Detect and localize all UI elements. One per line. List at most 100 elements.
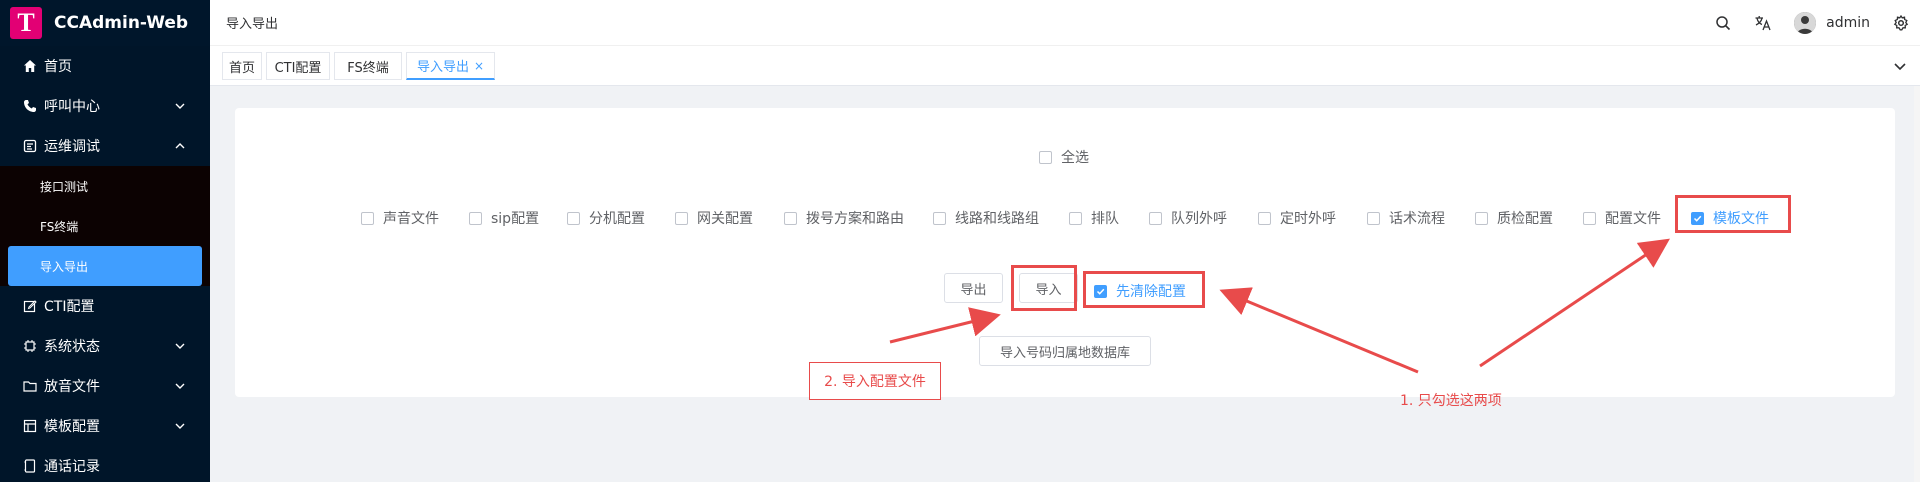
checkbox-label: 分机配置 [589, 211, 645, 227]
chevron-up-icon [175, 143, 185, 149]
tab-home[interactable]: 首页 [222, 52, 262, 80]
folder-icon [22, 378, 38, 394]
annotation-highlight-template-files [1675, 195, 1791, 233]
import-area-db-button[interactable]: 导入号码归属地数据库 [979, 336, 1151, 366]
checkbox-label: 队列外呼 [1171, 211, 1227, 227]
option-scheduled-outbound[interactable]: 定时外呼 [1258, 208, 1336, 228]
edit-icon [22, 298, 38, 314]
debug-icon [22, 138, 38, 154]
search-icon[interactable] [1714, 14, 1732, 32]
sidebar-item-fs-terminal[interactable]: FS终端 [0, 206, 210, 246]
option-config-files[interactable]: 配置文件 [1583, 208, 1661, 228]
sidebar-item-label: CTI配置 [44, 299, 95, 315]
checkbox-box[interactable] [567, 211, 580, 225]
checkbox-label: 配置文件 [1605, 211, 1661, 227]
sidebar-item-call-records[interactable]: 通话记录 [0, 446, 210, 482]
option-queue-outbound[interactable]: 队列外呼 [1149, 208, 1227, 228]
checkbox-label: 质检配置 [1497, 211, 1553, 227]
tab-label: CTI配置 [274, 60, 322, 76]
chevron-down-icon[interactable] [1892, 58, 1908, 74]
header-toolbar: admin [1714, 0, 1920, 46]
option-script-flow[interactable]: 话术流程 [1367, 208, 1445, 228]
breadcrumb: 导入导出 [226, 17, 279, 32]
sidebar-item-audio-files[interactable]: 放音文件 [0, 366, 210, 406]
checkbox-box[interactable] [1258, 211, 1271, 225]
checkbox-box[interactable] [1069, 211, 1082, 225]
sidebar-item-label: 放音文件 [44, 379, 100, 395]
sidebar-item-label: FS终端 [40, 219, 79, 234]
app-logo: T [10, 7, 42, 39]
chevron-down-icon [175, 343, 185, 349]
annotation-step1: 1. 只勾选这两项 [1400, 393, 1502, 409]
checkbox-box[interactable] [1149, 211, 1162, 225]
checkbox-box[interactable] [675, 211, 688, 225]
checkbox-label: 线路和线路组 [955, 211, 1039, 227]
sidebar-item-system-status[interactable]: 系统状态 [0, 326, 210, 366]
tab-label: FS终端 [347, 60, 389, 76]
option-queue[interactable]: 排队 [1069, 208, 1119, 228]
checkbox-box[interactable] [469, 211, 482, 225]
annotation-highlight-import [1011, 265, 1077, 311]
chip-icon [22, 338, 38, 354]
chevron-down-icon [175, 103, 185, 109]
home-icon [22, 58, 38, 74]
sidebar: T CCAdmin-Web 首页 呼叫中心 运维调试 接口测试 FS终端 导入导… [0, 0, 210, 482]
translate-icon[interactable] [1754, 14, 1772, 32]
tabs-bar: 首页 CTI配置 FS终端 导入导出 × [210, 46, 1920, 86]
phone-icon [22, 98, 38, 114]
sidebar-item-call-center[interactable]: 呼叫中心 [0, 86, 210, 126]
sidebar-item-import-export[interactable]: 导入导出 [8, 246, 202, 286]
checkbox-box[interactable] [933, 211, 946, 225]
checkbox-box[interactable] [1039, 150, 1052, 164]
option-sound-files[interactable]: 声音文件 [361, 208, 439, 228]
tab-label: 导入导出 [416, 60, 469, 75]
sidebar-item-api-test[interactable]: 接口测试 [0, 166, 210, 206]
checkbox-label: 网关配置 [697, 211, 753, 227]
page-scrollbar[interactable] [1914, 86, 1920, 482]
sidebar-item-label: 运维调试 [44, 139, 100, 155]
gear-icon[interactable] [1892, 14, 1910, 32]
sidebar-item-cti-config[interactable]: CTI配置 [0, 286, 210, 326]
select-all-checkbox[interactable]: 全选 [1039, 147, 1089, 167]
tab-cti-config[interactable]: CTI配置 [266, 52, 330, 80]
sidebar-item-label: 呼叫中心 [44, 99, 100, 115]
checkbox-box[interactable] [784, 211, 797, 225]
sidebar-item-label: 通话记录 [44, 459, 100, 475]
avatar[interactable] [1794, 12, 1817, 34]
top-header: 导入导出 admin [210, 0, 1920, 46]
sidebar-item-label: 接口测试 [40, 179, 89, 194]
submenu-ops-debug: 接口测试 FS终端 导入导出 [0, 166, 210, 286]
chevron-down-icon [175, 423, 185, 429]
sidebar-item-ops-debug[interactable]: 运维调试 [0, 126, 210, 166]
checkbox-label: 拨号方案和路由 [806, 211, 904, 227]
checkbox-label: 定时外呼 [1280, 211, 1336, 227]
option-trunks[interactable]: 线路和线路组 [933, 208, 1039, 228]
option-dialplan-routing[interactable]: 拨号方案和路由 [784, 208, 904, 228]
logo-area: T CCAdmin-Web [0, 0, 210, 46]
tab-fs-terminal[interactable]: FS终端 [334, 52, 402, 80]
checkbox-box[interactable] [1475, 211, 1488, 225]
tab-close-icon[interactable]: × [474, 59, 484, 73]
checkbox-box[interactable] [1583, 211, 1596, 225]
app-title: CCAdmin-Web [54, 13, 189, 33]
username[interactable]: admin [1826, 15, 1870, 31]
checkbox-label: 全选 [1061, 150, 1089, 166]
sidebar-item-home[interactable]: 首页 [0, 46, 210, 86]
sidebar-item-label: 模板配置 [44, 419, 100, 435]
option-qa-config[interactable]: 质检配置 [1475, 208, 1553, 228]
checkbox-label: 话术流程 [1389, 211, 1445, 227]
chevron-down-icon [175, 383, 185, 389]
tab-label: 首页 [228, 60, 255, 76]
checkbox-label: 声音文件 [383, 211, 439, 227]
option-extension-config[interactable]: 分机配置 [567, 208, 645, 228]
annotation-highlight-clear-config [1083, 271, 1205, 308]
checkbox-box[interactable] [361, 211, 374, 225]
annotation-step2: 2. 导入配置文件 [809, 362, 941, 400]
option-gateway-config[interactable]: 网关配置 [675, 208, 753, 228]
tab-import-export[interactable]: 导入导出 × [406, 52, 495, 80]
sidebar-item-label: 系统状态 [44, 339, 100, 355]
export-button[interactable]: 导出 [944, 273, 1003, 303]
checkbox-box[interactable] [1367, 211, 1380, 225]
option-sip-config[interactable]: sip配置 [469, 208, 539, 228]
sidebar-item-template-config[interactable]: 模板配置 [0, 406, 210, 446]
